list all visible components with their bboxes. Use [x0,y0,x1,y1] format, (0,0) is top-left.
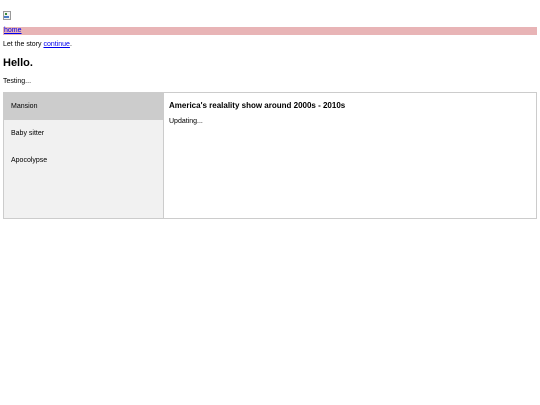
tab-apocolypse[interactable]: Apocolypse [4,147,163,174]
tab-baby-sitter[interactable]: Baby sitter [4,120,163,147]
tab-mansion[interactable]: Mansion [4,93,163,120]
intro-text-after: . [69,41,72,48]
tabs-container: Mansion Baby sitter Apocolypse America's… [3,92,537,219]
home-link[interactable]: home [4,26,22,35]
broken-image-icon [3,11,11,20]
page-heading: Hello. [3,57,33,69]
status-text: Testing... [3,78,32,85]
tab-content-title: America's realality show around 2000s - … [169,101,346,110]
top-navbar: home [3,27,537,35]
tab-content-text: Updating... [169,118,203,125]
intro-text-before: Let the story [3,41,44,48]
intro-text: Let the story continue. [3,40,72,49]
tab-list: Mansion Baby sitter Apocolypse [4,93,164,218]
page: home Let the story continue. Hello. Test… [0,0,540,405]
continue-link[interactable]: continue [43,41,69,48]
